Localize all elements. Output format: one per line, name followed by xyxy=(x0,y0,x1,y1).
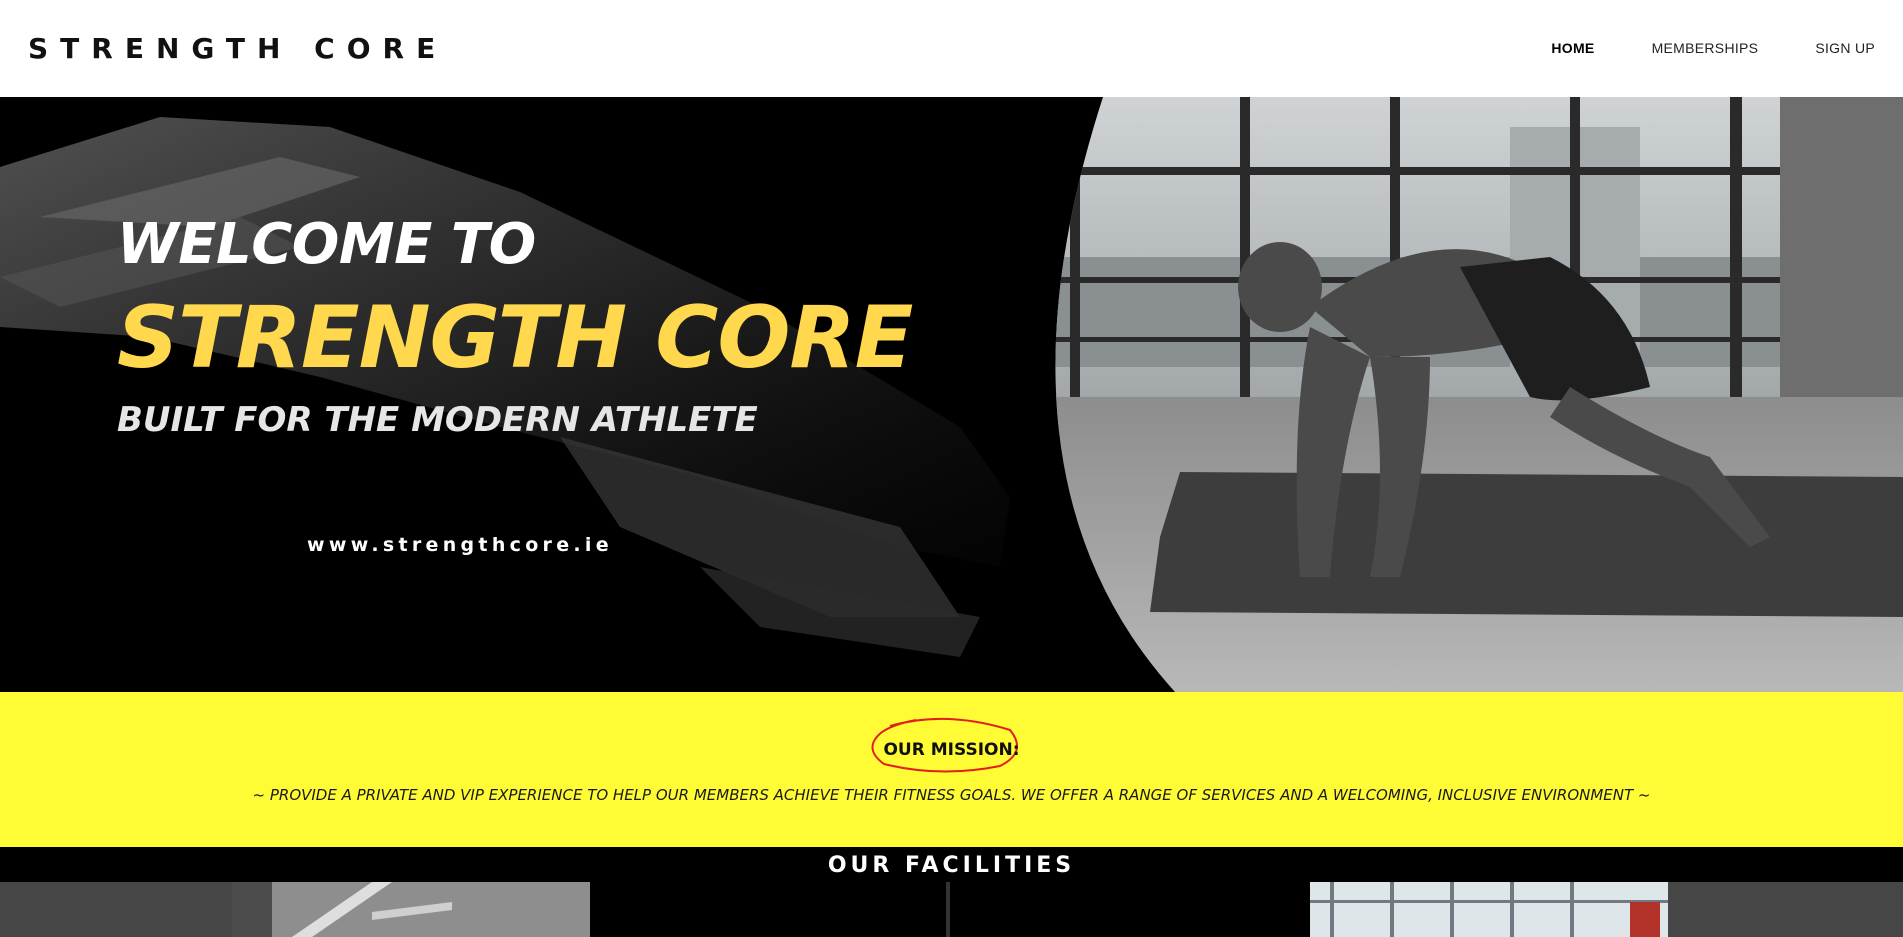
hero-banner: WELCOME TO STRENGTH CORE BUILT FOR THE M… xyxy=(0,97,1903,692)
facility-image-right[interactable] xyxy=(1310,882,1668,937)
mission-text: ~ PROVIDE A PRIVATE AND VIP EXPERIENCE T… xyxy=(252,786,1651,804)
nav-home-link[interactable]: HOME xyxy=(1551,40,1594,56)
nav-memberships-link[interactable]: MEMBERSHIPS xyxy=(1652,40,1759,56)
facility-image-center[interactable] xyxy=(590,882,1310,937)
hero-url: www.strengthcore.ie xyxy=(307,534,613,556)
facilities-section: OUR FACILITIES xyxy=(0,847,1903,937)
hero-tagline: BUILT FOR THE MODERN ATHLETE xyxy=(117,400,758,440)
facility-image-left[interactable] xyxy=(232,882,590,937)
mission-title: OUR MISSION: xyxy=(883,740,1020,760)
athlete-photo xyxy=(1055,97,1903,692)
hero-welcome-text: WELCOME TO xyxy=(117,212,536,277)
main-nav: HOME MEMBERSHIPS SIGN UP xyxy=(1551,40,1875,56)
facilities-title: OUR FACILITIES xyxy=(827,853,1076,878)
hero-headline: STRENGTH CORE xyxy=(117,288,913,388)
mission-section: OUR MISSION: ~ PROVIDE A PRIVATE AND VIP… xyxy=(0,692,1903,847)
nav-signup-link[interactable]: SIGN UP xyxy=(1815,40,1875,56)
site-header: STRENGTH CORE HOME MEMBERSHIPS SIGN UP xyxy=(0,0,1903,97)
brand-logo[interactable]: STRENGTH CORE xyxy=(28,32,447,65)
hero-text-block: WELCOME TO STRENGTH CORE BUILT FOR THE M… xyxy=(117,212,913,440)
